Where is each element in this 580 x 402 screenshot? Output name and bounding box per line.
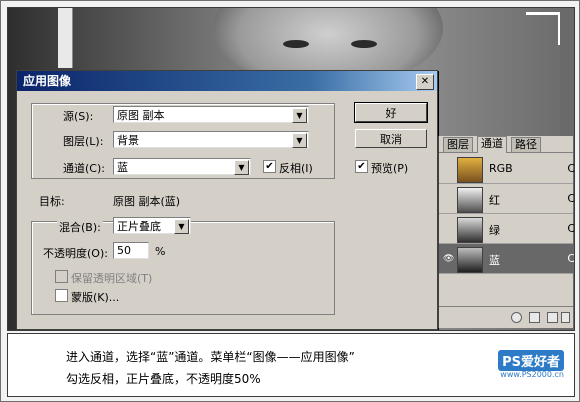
- channel-shortcut: C: [567, 222, 575, 235]
- channel-row-label: 红: [489, 194, 500, 207]
- channel-select[interactable]: 蓝 ▼: [113, 158, 251, 175]
- mask-label[interactable]: 蒙版(K)...: [71, 289, 119, 305]
- load-selection-icon[interactable]: [511, 312, 522, 323]
- layer-select[interactable]: 背景 ▼: [113, 131, 309, 148]
- target-label: 目标:: [39, 195, 65, 208]
- channel-row-red[interactable]: 红 C: [439, 184, 575, 214]
- preserve-transparency-label: 保留透明区域(T): [71, 272, 153, 285]
- caption-box: 进入通道，选择“蓝”通道。菜单栏“图像——应用图像” 勾选反相，正片叠底，不透明…: [7, 333, 575, 397]
- channel-value: 蓝: [117, 161, 128, 174]
- channels-panel: 图层 通道 路径 RGB C 红 C 绿 C 👁 蓝 C: [438, 136, 575, 329]
- tab-layers-label: 图层: [447, 138, 469, 151]
- tab-layers[interactable]: 图层: [443, 137, 473, 152]
- opacity-label: 不透明度(O):: [43, 247, 108, 260]
- source-select[interactable]: 原图 副本 ▼: [113, 106, 309, 123]
- layer-value: 背景: [117, 134, 139, 147]
- opacity-unit: %: [155, 245, 166, 258]
- channel-shortcut: C: [567, 192, 575, 205]
- opacity-value: 50: [117, 244, 131, 257]
- caption-line-1: 进入通道，选择“蓝”通道。菜单栏“图像——应用图像”: [66, 350, 355, 364]
- photo-eye-left: [283, 40, 309, 48]
- cancel-label: 取消: [380, 133, 402, 146]
- eye-icon[interactable]: 👁: [443, 254, 454, 264]
- panel-footer: [439, 306, 573, 329]
- channel-shortcut: C: [567, 162, 575, 175]
- new-channel-icon[interactable]: [547, 312, 558, 323]
- check-icon: ✔: [357, 161, 366, 172]
- channel-thumbnail: [457, 217, 483, 243]
- photo-eye-right: [351, 40, 377, 48]
- channel-label: 通道(C):: [63, 162, 105, 175]
- tab-paths[interactable]: 路径: [511, 137, 541, 152]
- corner-bracket: [526, 12, 561, 45]
- blend-label: 混合(B):: [57, 219, 103, 235]
- channel-thumbnail: [457, 247, 483, 273]
- channel-row-label: RGB: [489, 162, 513, 175]
- preview-label[interactable]: 预览(P): [371, 160, 408, 176]
- caption-line-2: 勾选反相，正片叠底，不透明度50%: [66, 372, 261, 386]
- invert-label[interactable]: 反相(I): [279, 160, 313, 176]
- channel-row-label: 蓝: [489, 254, 500, 267]
- ok-button[interactable]: 好: [354, 102, 428, 123]
- channel-row-green[interactable]: 绿 C: [439, 214, 575, 244]
- source-label: 源(S):: [63, 110, 94, 123]
- chevron-down-icon: ▼: [234, 160, 249, 175]
- logo-main-text: PS爱好者: [498, 350, 564, 371]
- save-selection-icon[interactable]: [529, 312, 540, 323]
- channel-thumbnail: [457, 157, 483, 183]
- dialog-titlebar[interactable]: 应用图像: [17, 71, 437, 91]
- close-button[interactable]: ✕: [416, 74, 434, 90]
- ok-label: 好: [385, 107, 397, 120]
- channel-row-blue[interactable]: 👁 蓝 C: [439, 244, 575, 274]
- target-value: 原图 副本(蓝): [113, 195, 181, 208]
- tutorial-frame: 应用图像 ✕ 源(S): 原图 副本 ▼ 图层(L): 背景 ▼ 通道(C): …: [0, 0, 580, 402]
- tab-channels-label: 通道: [481, 137, 503, 150]
- preserve-transparency-checkbox[interactable]: [55, 270, 68, 283]
- layer-label: 图层(L):: [63, 135, 104, 148]
- check-icon: ✔: [265, 161, 274, 172]
- channel-thumbnail: [457, 187, 483, 213]
- mask-checkbox[interactable]: [55, 289, 68, 302]
- tab-channels[interactable]: 通道: [477, 136, 507, 153]
- tab-paths-label: 路径: [515, 138, 537, 151]
- blend-value: 正片叠底: [117, 220, 161, 233]
- channel-shortcut: C: [567, 252, 575, 265]
- vertical-ruler: [58, 8, 73, 68]
- close-icon: ✕: [420, 76, 430, 87]
- dialog-title: 应用图像: [23, 74, 72, 88]
- source-value: 原图 副本: [117, 109, 165, 122]
- chevron-down-icon: ▼: [174, 219, 189, 234]
- channel-row-label: 绿: [489, 224, 500, 237]
- chevron-down-icon: ▼: [292, 133, 307, 148]
- channel-row-rgb[interactable]: RGB C: [439, 154, 575, 184]
- chevron-down-icon: ▼: [292, 108, 307, 123]
- apply-image-dialog: 应用图像 ✕ 源(S): 原图 副本 ▼ 图层(L): 背景 ▼ 通道(C): …: [16, 70, 438, 330]
- screenshot-area: 应用图像 ✕ 源(S): 原图 副本 ▼ 图层(L): 背景 ▼ 通道(C): …: [7, 7, 575, 331]
- opacity-input[interactable]: 50: [113, 242, 149, 259]
- blend-select[interactable]: 正片叠底 ▼: [113, 217, 191, 234]
- trash-icon[interactable]: [561, 312, 570, 323]
- logo-url-text: www.PS2000.cn: [500, 370, 564, 379]
- preview-checkbox[interactable]: ✔: [355, 160, 368, 173]
- panel-tabs: 图层 通道 路径: [439, 136, 573, 153]
- cancel-button[interactable]: 取消: [355, 129, 427, 148]
- invert-checkbox[interactable]: ✔: [263, 160, 276, 173]
- site-logo: PS爱好者 www.PS2000.cn: [484, 346, 564, 386]
